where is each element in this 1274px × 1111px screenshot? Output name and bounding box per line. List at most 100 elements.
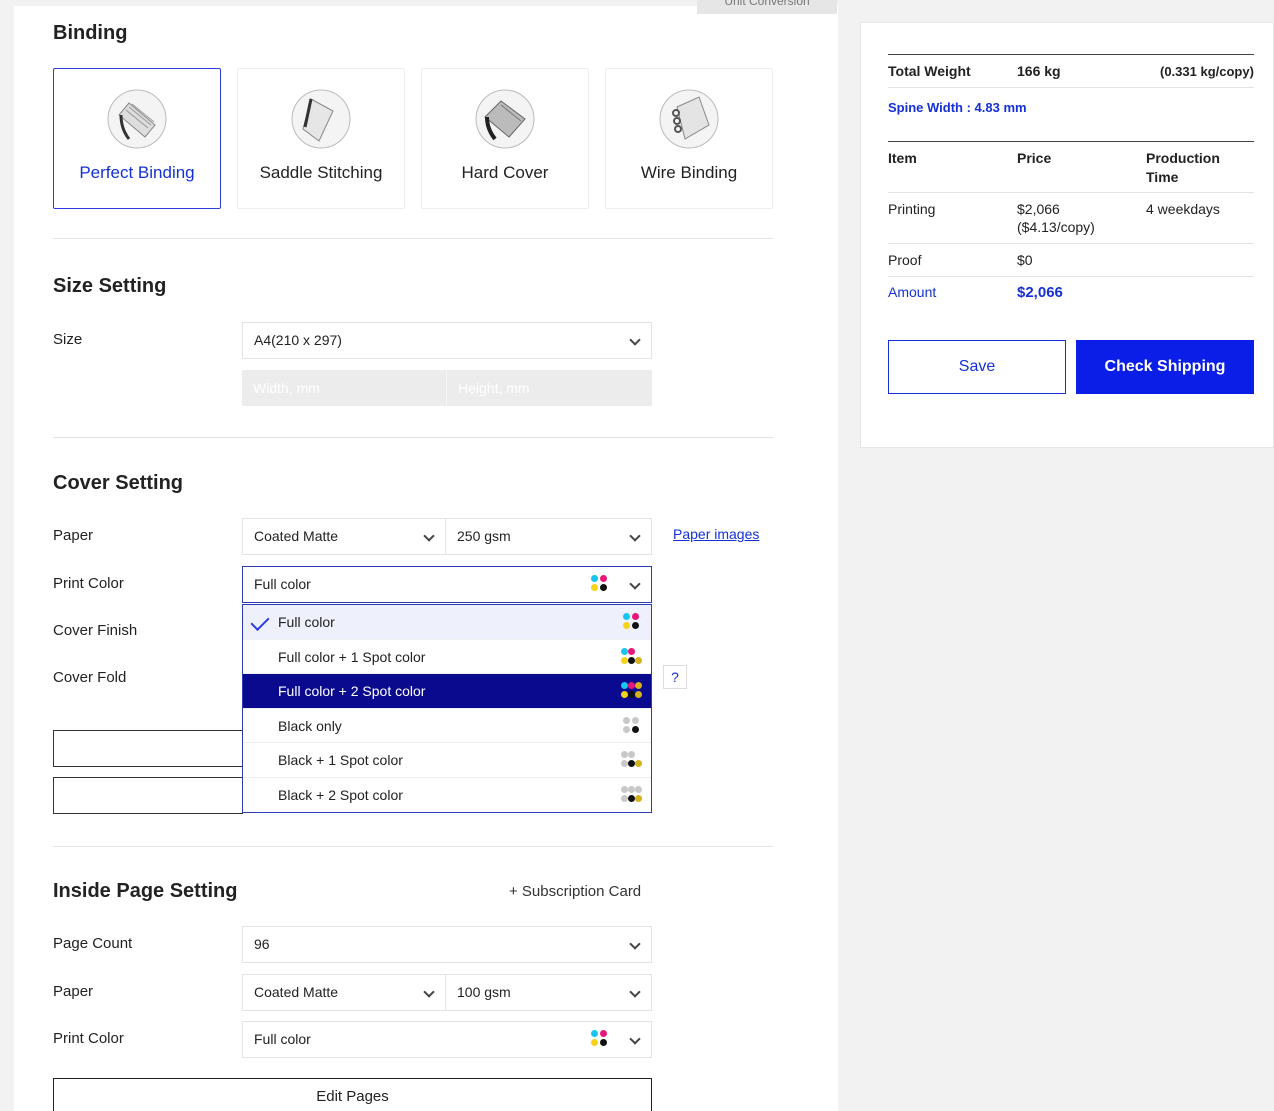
cover-print-color-select[interactable]: Full color bbox=[242, 566, 652, 603]
per-copy-weight: (0.331 kg/copy) bbox=[1160, 64, 1254, 79]
row-price: $0 bbox=[1017, 252, 1033, 268]
dropdown-item-full-color-1-spot[interactable]: Full color + 1 Spot color bbox=[243, 640, 651, 674]
unit-conversion-tab[interactable]: Unit Conversion bbox=[697, 0, 837, 14]
inside-print-color-label: Print Color bbox=[53, 1030, 124, 1047]
black-spot-icon bbox=[621, 751, 643, 769]
full-color-spot-icon bbox=[621, 647, 643, 666]
cover-paper-select[interactable]: Coated Matte bbox=[242, 518, 446, 555]
dropdown-item-label: Full color bbox=[278, 614, 335, 630]
check-icon bbox=[250, 611, 270, 632]
height-input: Height, mm bbox=[446, 370, 652, 406]
dropdown-item-full-color-2-spot[interactable]: Full color + 2 Spot color bbox=[243, 674, 651, 709]
dropdown-item-label: Black + 2 Spot color bbox=[278, 786, 403, 803]
wire-binding-icon bbox=[659, 89, 719, 149]
summary-divider bbox=[888, 243, 1254, 244]
width-input: Width, mm bbox=[242, 370, 446, 406]
dropdown-item-black-1-spot[interactable]: Black + 1 Spot color bbox=[243, 743, 651, 778]
amount-label: Amount bbox=[888, 284, 937, 300]
binding-label: Saddle Stitching bbox=[259, 163, 383, 182]
chevron-down-icon bbox=[629, 938, 641, 950]
black-only-icon bbox=[623, 716, 641, 735]
save-button[interactable]: Save bbox=[888, 340, 1066, 394]
chevron-down-icon bbox=[629, 530, 641, 542]
cover-paper-label: Paper bbox=[53, 527, 94, 544]
dropdown-item-label: Black + 1 Spot color bbox=[278, 752, 403, 768]
chevron-down-icon bbox=[629, 986, 641, 998]
dropdown-item-label: Full color + 2 Spot color bbox=[278, 683, 426, 699]
summary-divider bbox=[888, 54, 1254, 55]
hard-cover-icon bbox=[475, 89, 535, 149]
binding-title: Binding bbox=[53, 22, 128, 44]
binding-option-wire[interactable]: Wire Binding bbox=[605, 68, 773, 209]
col-production-time: Time bbox=[1146, 169, 1179, 185]
total-weight-label: Total Weight bbox=[888, 63, 971, 79]
section-divider bbox=[53, 846, 773, 847]
dropdown-item-full-color[interactable]: Full color bbox=[243, 605, 651, 640]
size-select[interactable]: A4(210 x 297) bbox=[242, 322, 652, 359]
binding-option-perfect[interactable]: Perfect Binding bbox=[53, 68, 221, 209]
edit-pages-button[interactable]: Edit Pages bbox=[53, 1078, 652, 1111]
size-setting-title: Size Setting bbox=[53, 275, 167, 297]
dropdown-item-black-only[interactable]: Black only bbox=[243, 709, 651, 743]
saddle-stitch-icon bbox=[291, 89, 351, 149]
inside-weight-value: 100 gsm bbox=[457, 984, 511, 1000]
cover-paper-value: Coated Matte bbox=[254, 528, 339, 544]
cover-print-color-value: Full color bbox=[254, 576, 311, 592]
summary-divider bbox=[888, 192, 1254, 193]
cover-option-box[interactable] bbox=[53, 777, 243, 814]
full-color-icon bbox=[623, 613, 641, 631]
inside-weight-select[interactable]: 100 gsm bbox=[446, 974, 652, 1011]
cover-weight-select[interactable]: 250 gsm bbox=[446, 518, 652, 555]
page-count-select[interactable]: 96 bbox=[242, 926, 652, 963]
section-divider bbox=[53, 238, 773, 239]
binding-label: Hard Cover bbox=[461, 163, 549, 182]
spine-width: Spine Width : 4.83 mm bbox=[888, 100, 1027, 115]
col-production: Production bbox=[1146, 150, 1220, 166]
print-color-dropdown: Full color Full color + 1 Spot color Ful… bbox=[242, 604, 652, 813]
row-time: 4 weekdays bbox=[1146, 201, 1220, 217]
chevron-down-icon bbox=[423, 986, 435, 998]
paper-images-link[interactable]: Paper images bbox=[673, 526, 759, 542]
section-divider bbox=[53, 437, 773, 438]
summary-divider bbox=[888, 141, 1254, 142]
inside-print-color-select[interactable]: Full color bbox=[242, 1021, 652, 1058]
row-price: $2,066 bbox=[1017, 201, 1060, 217]
perfect-binding-icon bbox=[107, 89, 167, 149]
help-button[interactable]: ? bbox=[663, 665, 687, 689]
size-value: A4(210 x 297) bbox=[254, 332, 342, 348]
col-item: Item bbox=[888, 150, 917, 166]
summary-divider bbox=[888, 276, 1254, 277]
size-label: Size bbox=[53, 331, 83, 348]
binding-option-saddle[interactable]: Saddle Stitching bbox=[237, 68, 405, 209]
chevron-down-icon bbox=[423, 530, 435, 542]
dropdown-item-black-2-spot[interactable]: Black + 2 Spot color bbox=[243, 778, 651, 813]
inside-paper-value: Coated Matte bbox=[254, 984, 339, 1000]
cover-weight-value: 250 gsm bbox=[457, 528, 511, 544]
cover-option-box[interactable] bbox=[53, 730, 243, 767]
full-color-icon bbox=[591, 1030, 609, 1048]
inside-paper-label: Paper bbox=[53, 983, 94, 1000]
binding-label: Wire Binding bbox=[640, 163, 738, 182]
binding-option-hardcover[interactable]: Hard Cover bbox=[421, 68, 589, 209]
full-color-icon bbox=[591, 575, 609, 593]
subscription-card-link[interactable]: + Subscription Card bbox=[509, 883, 641, 900]
cover-finish-label: Cover Finish bbox=[53, 622, 138, 639]
summary-divider bbox=[888, 87, 1254, 88]
check-shipping-button[interactable]: Check Shipping bbox=[1076, 340, 1254, 394]
inside-page-title: Inside Page Setting bbox=[53, 880, 238, 902]
page-count-label: Page Count bbox=[53, 935, 133, 952]
black-spot-icon bbox=[621, 785, 643, 804]
inside-print-color-value: Full color bbox=[254, 1031, 311, 1047]
chevron-down-icon bbox=[629, 1033, 641, 1045]
dropdown-item-label: Black only bbox=[278, 717, 342, 734]
row-item: Printing bbox=[888, 201, 936, 217]
amount-value: $2,066 bbox=[1017, 284, 1063, 301]
row-price-per-copy: ($4.13/copy) bbox=[1017, 219, 1095, 235]
cover-fold-label: Cover Fold bbox=[53, 669, 127, 686]
inside-paper-select[interactable]: Coated Matte bbox=[242, 974, 446, 1011]
chevron-down-icon bbox=[629, 578, 641, 590]
cover-setting-title: Cover Setting bbox=[53, 472, 184, 494]
chevron-down-icon bbox=[629, 334, 641, 346]
binding-label: Perfect Binding bbox=[79, 163, 195, 182]
row-item: Proof bbox=[888, 252, 922, 268]
